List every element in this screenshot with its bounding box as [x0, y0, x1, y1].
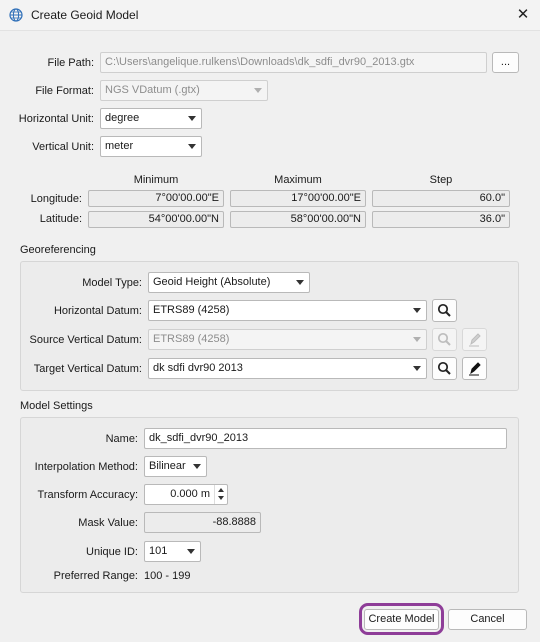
- chevron-down-icon: [254, 88, 262, 93]
- unique-id-select[interactable]: 101: [144, 541, 201, 562]
- chevron-down-icon: [187, 549, 195, 554]
- chevron-up-icon[interactable]: [218, 488, 224, 492]
- source-vertical-datum-value: ETRS89 (4258): [153, 333, 230, 345]
- source-vertical-datum-search-button[interactable]: [432, 328, 457, 351]
- vertical-unit-select[interactable]: meter: [100, 136, 202, 157]
- mask-value-field: -88.8888: [144, 512, 261, 533]
- transform-accuracy-value: 0.000 m: [170, 488, 210, 500]
- chevron-down-icon: [413, 366, 421, 371]
- target-vertical-datum-edit-button[interactable]: [462, 357, 487, 380]
- title-divider: [0, 30, 540, 31]
- globe-icon: [9, 8, 23, 22]
- step-header: Step: [429, 174, 453, 186]
- source-vertical-datum-edit-button[interactable]: [462, 328, 487, 351]
- interpolation-method-label: Interpolation Method:: [34, 461, 138, 473]
- search-icon: [437, 361, 451, 375]
- chevron-down-icon: [193, 464, 201, 469]
- close-icon[interactable]: ✕: [511, 5, 535, 25]
- transform-accuracy-spinbox[interactable]: 0.000 m: [144, 484, 228, 505]
- cancel-button[interactable]: Cancel: [448, 609, 527, 630]
- georeferencing-title: Georeferencing: [20, 244, 96, 256]
- chevron-down-icon: [188, 144, 196, 149]
- target-vertical-datum-search-button[interactable]: [432, 357, 457, 380]
- minimum-header: Minimum: [133, 174, 179, 186]
- longitude-maximum: 17°00'00.00"E: [230, 190, 366, 207]
- horizontal-datum-search-button[interactable]: [432, 299, 457, 322]
- chevron-down-icon: [413, 337, 421, 342]
- file-format-select[interactable]: NGS VDatum (.gtx): [100, 80, 268, 101]
- pen-icon: [469, 333, 481, 347]
- preferred-range-label: Preferred Range:: [53, 570, 138, 582]
- chevron-down-icon: [413, 308, 421, 313]
- vertical-unit-value: meter: [105, 140, 134, 152]
- maximum-header: Maximum: [274, 174, 322, 186]
- target-vertical-datum-value: dk sdfi dvr90 2013: [153, 362, 243, 374]
- search-icon: [437, 303, 451, 317]
- interpolation-method-select[interactable]: Bilinear: [144, 456, 207, 477]
- create-model-button[interactable]: Create Model: [364, 609, 439, 630]
- latitude-step: 36.0": [372, 211, 510, 228]
- window-title: Create Geoid Model: [31, 8, 139, 22]
- preferred-range-value: 100 - 199: [144, 570, 191, 582]
- latitude-label: Latitude:: [39, 213, 82, 225]
- longitude-step: 60.0": [372, 190, 510, 207]
- unique-id-label: Unique ID:: [86, 546, 138, 558]
- file-format-label: File Format:: [35, 85, 94, 97]
- unique-id-value: 101: [149, 545, 168, 557]
- source-vertical-datum-label: Source Vertical Datum:: [29, 334, 143, 346]
- longitude-minimum: 7°00'00.00"E: [88, 190, 224, 207]
- model-type-label: Model Type:: [82, 277, 142, 289]
- horizontal-unit-label: Horizontal Unit:: [18, 113, 94, 125]
- horizontal-datum-select[interactable]: ETRS89 (4258): [148, 300, 427, 321]
- file-path-label: File Path:: [47, 57, 94, 69]
- name-input[interactable]: dk_sdfi_dvr90_2013: [144, 428, 507, 449]
- chevron-down-icon: [188, 116, 196, 121]
- horizontal-unit-value: degree: [105, 112, 140, 124]
- model-settings-title: Model Settings: [20, 400, 93, 412]
- spin-buttons[interactable]: [214, 485, 227, 504]
- model-type-value: Geoid Height (Absolute): [153, 276, 271, 288]
- chevron-down-icon: [296, 280, 304, 285]
- model-type-select[interactable]: Geoid Height (Absolute): [148, 272, 310, 293]
- name-label: Name:: [105, 433, 138, 445]
- latitude-maximum: 58°00'00.00"N: [230, 211, 366, 228]
- horizontal-datum-value: ETRS89 (4258): [153, 304, 230, 316]
- source-vertical-datum-select[interactable]: ETRS89 (4258): [148, 329, 427, 350]
- target-vertical-datum-select[interactable]: dk sdfi dvr90 2013: [148, 358, 427, 379]
- transform-accuracy-label: Transform Accuracy:: [37, 489, 138, 501]
- target-vertical-datum-label: Target Vertical Datum:: [33, 363, 142, 375]
- vertical-unit-label: Vertical Unit:: [32, 141, 94, 153]
- interpolation-method-value: Bilinear: [149, 460, 186, 472]
- mask-value-label: Mask Value:: [78, 517, 138, 529]
- search-icon: [437, 332, 451, 346]
- longitude-label: Longitude:: [30, 193, 82, 205]
- latitude-minimum: 54°00'00.00"N: [88, 211, 224, 228]
- file-path-field[interactable]: C:\Users\angelique.rulkens\Downloads\dk_…: [100, 52, 487, 73]
- horizontal-datum-label: Horizontal Datum:: [53, 305, 142, 317]
- chevron-down-icon[interactable]: [218, 496, 224, 500]
- browse-button[interactable]: ...: [492, 52, 519, 73]
- pen-icon: [469, 362, 481, 376]
- file-format-value: NGS VDatum (.gtx): [105, 84, 200, 96]
- horizontal-unit-select[interactable]: degree: [100, 108, 202, 129]
